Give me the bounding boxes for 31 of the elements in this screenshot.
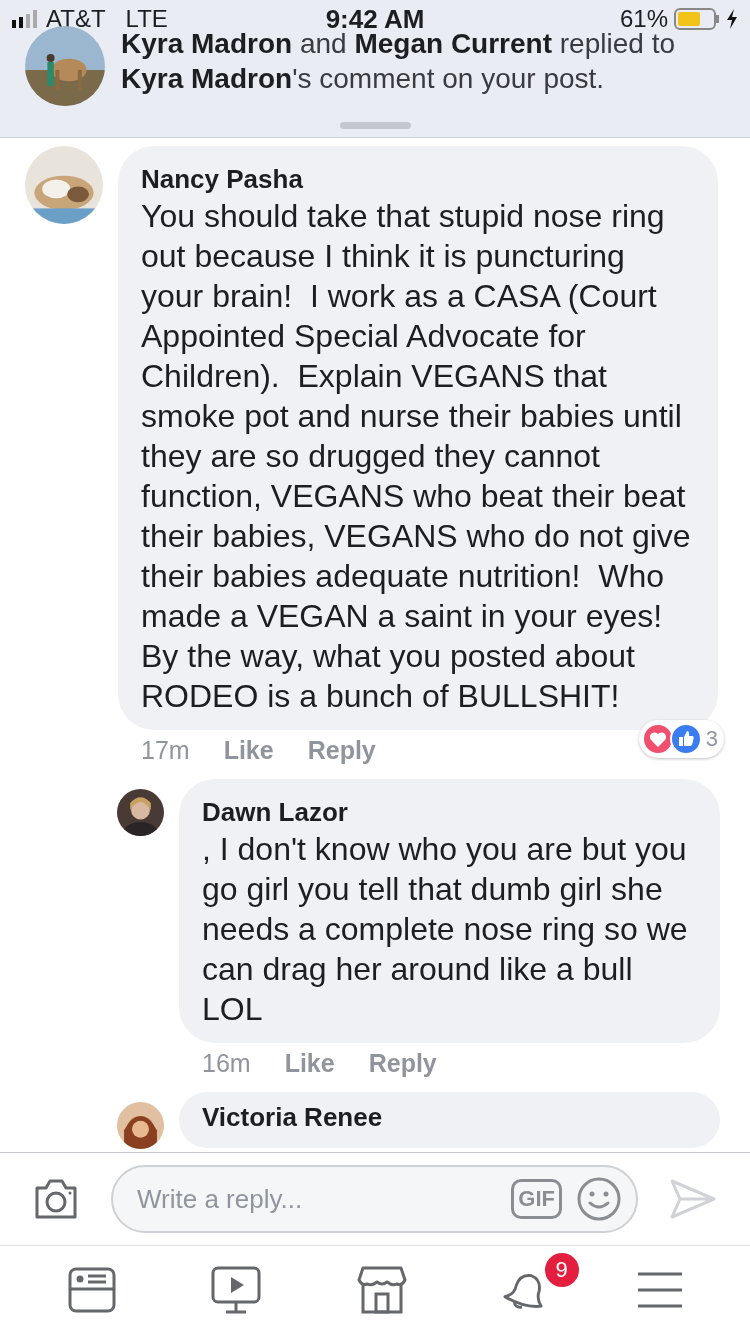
charging-icon [726, 9, 738, 29]
comment-time: 16m [202, 1049, 251, 1078]
battery-percent: 61% [619, 5, 668, 33]
comment-text: , I don't know who you are but you go girl you tell that dumb girl she needs a complete nose ring so we can drag her around like a bull LOL [202, 830, 689, 1029]
like-link[interactable]: Like [223, 736, 274, 765]
comment-time: 17m [141, 736, 190, 765]
shop-icon[interactable] [357, 1266, 407, 1314]
network-type: LTE [125, 5, 168, 33]
reply-field[interactable]: Write a reply... GIF [111, 1165, 638, 1233]
clock: 9:42 AM [325, 3, 425, 34]
notification-badge: 9 [542, 1251, 581, 1289]
video-icon[interactable] [211, 1266, 262, 1314]
battery-icon [674, 8, 720, 30]
comment-text: You should take that stupid nose ring out because I think it is puncturing your brain! I work as a CASA (Court Appointed Special Advocate for Children). Explain VEGANS that smoke pot and nurse their babies until they are so drugged they cannot function, VEGANS who beat their beat their babies, VEGANS who do not give their babies adequate nutrition! Who made a VEGAN a saint in your eyes! By the way, what you posted about RODEO is a bunch of BULLSHIT! [141, 197, 692, 716]
news-feed-icon[interactable] [67, 1267, 116, 1313]
author-name[interactable]: Dawn Lazor [202, 795, 694, 829]
reply-link[interactable]: Reply [368, 1049, 437, 1078]
author-name[interactable]: Nancy Pasha [141, 162, 692, 196]
reply-link[interactable]: Reply [307, 736, 376, 765]
like-link[interactable]: Like [284, 1049, 335, 1078]
thumbs-up-icon [669, 723, 702, 755]
camera-icon[interactable] [33, 1178, 79, 1220]
menu-icon[interactable] [638, 1272, 683, 1308]
author-name[interactable]: Victoria Renee [202, 1100, 694, 1134]
smiley-icon[interactable] [576, 1176, 622, 1222]
drag-handle[interactable] [340, 122, 411, 129]
signal-icon [12, 10, 38, 28]
reaction-count: 3 [705, 726, 718, 752]
carrier: AT&T [46, 5, 106, 33]
reactions-badge[interactable]: 3 [638, 720, 724, 758]
gif-button[interactable]: GIF [511, 1179, 562, 1219]
